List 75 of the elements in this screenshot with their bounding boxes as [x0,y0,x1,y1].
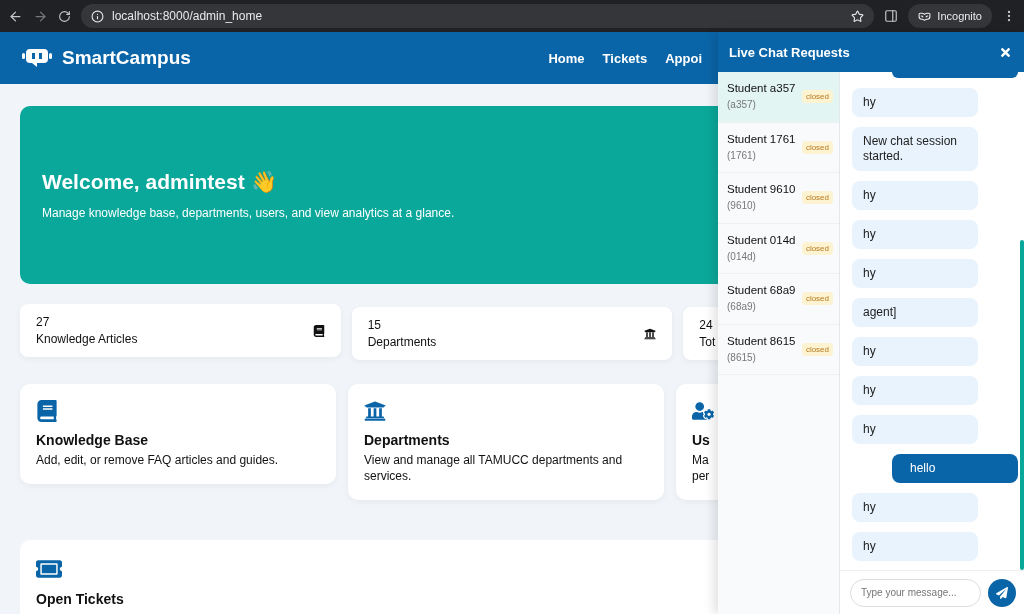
chat-request-item[interactable]: Student 68a9 (68a9) closed [718,274,839,325]
student-name: Student 014d (014d) [727,232,797,264]
student-name: Student 8615 (8615) [727,333,797,365]
card-description: View and manage all TAMUCC departments and services. [364,452,624,484]
building-icon [644,327,657,340]
side-panel-icon[interactable] [884,9,899,23]
welcome-title: Welcome, admintest 👋 [42,170,277,194]
status-tag: closed [801,342,833,356]
received-message: agent] [852,298,978,327]
chat-request-item[interactable]: Student 014d (014d) closed [718,223,839,274]
status-tag: closed [801,241,833,255]
nav-link[interactable]: Home [548,50,585,66]
received-message: hy [852,88,978,117]
send-button[interactable] [988,578,1016,607]
user-icon [692,400,714,422]
reload-icon[interactable] [58,9,71,23]
stat-value: 27 [36,315,51,329]
chat-request-item[interactable]: Student 1761 (1761) closed [718,122,839,173]
student-name: Student a357 (a357) [727,81,797,113]
status-tag: closed [801,90,833,104]
student-name: Student 68a9 (68a9) [727,283,797,315]
robot-logo-icon [22,48,52,68]
scrollbar-thumb[interactable] [1020,240,1024,570]
received-message: hy [852,493,978,522]
info-icon[interactable] [91,9,104,23]
feature-card[interactable]: Departments View and manage all TAMUCC departments and services. [348,384,664,500]
send-icon [996,586,1008,599]
url-text: localhost:8000/admin_home [112,9,264,23]
received-message: hy [852,337,978,366]
stat-label: Knowledge Articles [36,332,138,346]
chat-request-item[interactable]: Student a357 (a357) closed [718,72,839,123]
chat-request-item[interactable]: Student 8615 (8615) closed [718,324,839,375]
welcome-subtitle: Manage knowledge base, departments, users, and view analytics at a glance. [42,206,456,220]
card-title: Us [692,432,711,448]
status-tag: closed [801,191,833,205]
received-message: hy [852,376,978,405]
stat-label: Departments [367,335,437,349]
sent-message: hello [892,454,1018,483]
card-title: Knowledge Base [36,432,150,448]
feature-card[interactable]: Us Ma per [676,384,718,500]
panel-title: Live Chat Requests [729,44,850,60]
student-name: Student 1761 (1761) [727,131,797,163]
incognito-label: Incognito [937,10,982,22]
address-bar[interactable]: localhost:8000/admin_home [81,4,875,28]
message-input[interactable]: Type your message... [850,578,981,607]
card-title: Open Tickets [36,591,125,607]
received-message: hy [852,220,978,249]
book-icon [312,324,325,337]
building-icon [364,400,386,422]
close-icon [999,45,1012,59]
received-message: hy [852,415,978,444]
status-tag: closed [801,140,833,154]
stat-value: 15 [367,318,382,332]
brand-name: SmartCampus [62,47,191,69]
received-message: New chat session started. [852,127,978,171]
forward-icon[interactable] [33,8,48,24]
stat-value: 24 [699,318,714,332]
book-icon [36,400,58,422]
card-description: Add, edit, or remove FAQ articles and guides. [36,452,279,468]
nav-link[interactable]: Tickets [602,50,648,66]
received-message: hy [852,532,978,561]
card-description: Ma per [692,452,710,484]
received-message: hy [852,181,978,210]
star-icon[interactable] [851,9,865,23]
chat-request-item[interactable]: Student 9610 (9610) closed [718,173,839,224]
student-name: Student 9610 (9610) [727,182,797,214]
open-tickets-card[interactable]: Open Tickets [20,540,718,614]
feature-card[interactable]: Knowledge Base Add, edit, or remove FAQ articles and guides. [20,384,336,484]
nav-link[interactable]: Appoi [665,50,702,66]
incognito-button[interactable]: Incognito [908,4,992,28]
back-icon[interactable] [8,8,23,24]
card-title: Departments [364,432,451,448]
status-tag: closed [801,292,833,306]
stat-label: Tot [699,335,716,349]
received-message: hy [852,259,978,288]
